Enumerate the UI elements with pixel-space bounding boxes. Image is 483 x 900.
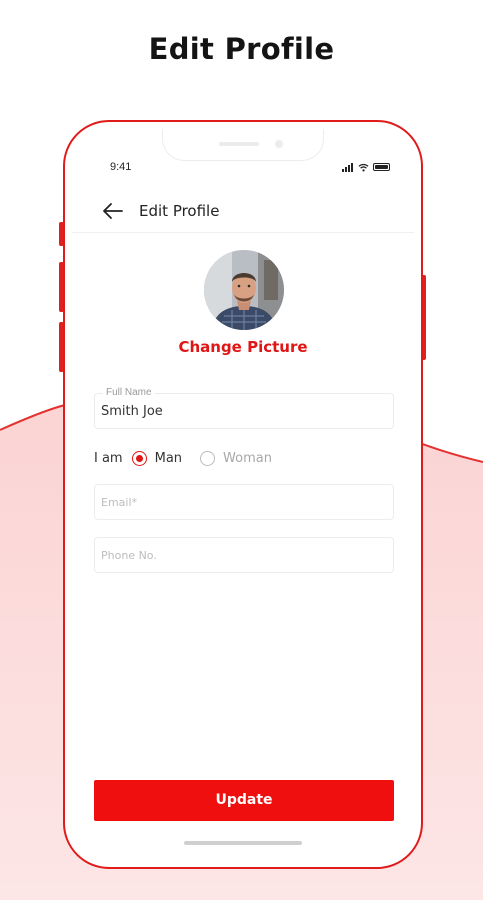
radio-woman-label[interactable]: Woman bbox=[223, 451, 272, 466]
change-picture-button[interactable]: Change Picture bbox=[72, 338, 414, 356]
app-bar-title: Edit Profile bbox=[139, 202, 220, 220]
page-heading: Edit Profile bbox=[148, 32, 335, 66]
app-bar: Edit Profile bbox=[72, 189, 414, 233]
phone-field bbox=[94, 537, 394, 573]
status-time: 9:41 bbox=[110, 161, 132, 173]
gender-label: I am bbox=[94, 450, 123, 466]
full-name-input[interactable] bbox=[101, 401, 389, 421]
update-button[interactable]: Update bbox=[94, 780, 394, 821]
notch-camera bbox=[275, 140, 283, 148]
email-input[interactable] bbox=[101, 492, 389, 512]
profile-photo bbox=[204, 250, 284, 330]
profile-avatar[interactable] bbox=[204, 250, 284, 330]
phone-input[interactable] bbox=[101, 545, 389, 565]
gender-selector: I am Man Woman bbox=[94, 448, 290, 468]
home-indicator bbox=[184, 841, 302, 845]
battery-icon bbox=[373, 163, 390, 171]
notch-speaker bbox=[219, 142, 259, 146]
phone-frame: 9:41 Edit Profile Change Picture Full Na… bbox=[63, 120, 423, 869]
radio-man[interactable] bbox=[131, 450, 147, 466]
signal-icon bbox=[342, 162, 354, 172]
radio-woman[interactable] bbox=[200, 450, 216, 466]
screenshot-stage: Edit Profile 9:41 Edit Profile Change Pi… bbox=[0, 0, 483, 900]
full-name-label: Full Name bbox=[103, 387, 155, 398]
email-field bbox=[94, 484, 394, 520]
radio-man-label[interactable]: Man bbox=[155, 451, 182, 466]
full-name-field: Full Name bbox=[94, 387, 394, 429]
radio-selected-dot bbox=[135, 454, 143, 462]
arrow-left-icon[interactable] bbox=[102, 201, 124, 221]
status-icons bbox=[342, 161, 390, 173]
phone-screen: 9:41 Edit Profile Change Picture Full Na… bbox=[72, 129, 414, 860]
wifi-icon bbox=[358, 163, 369, 171]
phone-notch bbox=[162, 129, 324, 161]
